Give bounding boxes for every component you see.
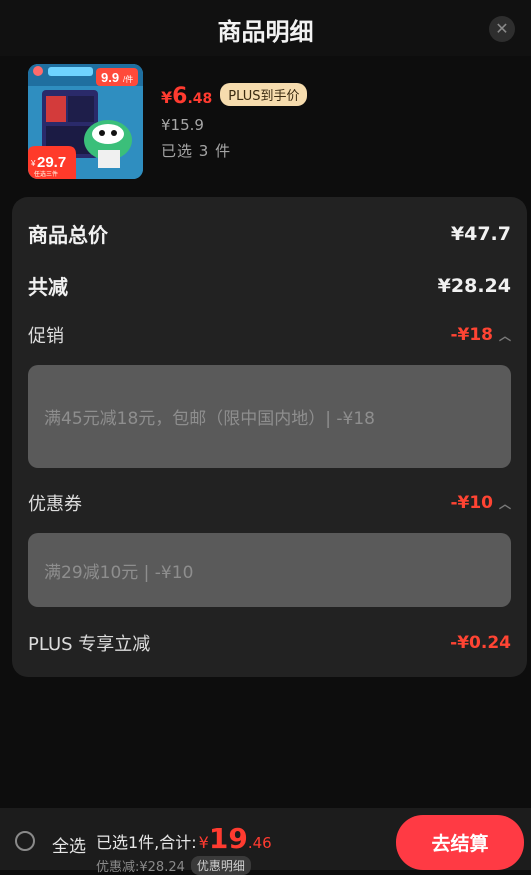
sum-integer: 19 — [208, 822, 248, 855]
discount-line: 优惠减:¥28.24 优惠明细 — [96, 856, 251, 875]
promo-label: 促销 — [28, 326, 64, 347]
promo-value: -¥18 ︿ — [450, 325, 511, 345]
total-reduce-row: 共减 ¥28.24 — [28, 271, 511, 300]
coupon-value: -¥10 ︿ — [450, 493, 511, 513]
thumb-bottom-note: 任选三件 — [34, 170, 58, 178]
discount-detail-button[interactable]: 优惠明细 — [190, 856, 251, 875]
promo-detail-text: 满45元减18元，包邮（限中国内地）| -¥18 — [44, 409, 375, 429]
total-reduce-label: 共减 — [28, 275, 68, 299]
product-price: ¥ 6 .48 PLUS到手价 — [161, 83, 308, 109]
plus-price-tag: PLUS到手价 — [220, 83, 308, 106]
promo-amount: -¥18 — [450, 325, 493, 345]
coupon-label: 优惠券 — [28, 494, 82, 515]
selected-count: 已选 3 件 — [161, 142, 232, 160]
coupon-amount: -¥10 — [450, 493, 493, 513]
total-reduce-value: ¥28.24 — [437, 274, 511, 297]
promo-row[interactable]: 促销 -¥18 ︿ — [28, 322, 511, 348]
thumb-badge-price: 9.9 — [101, 70, 119, 85]
discount-text: 优惠减:¥28.24 — [96, 860, 185, 875]
price-integer: 6 — [172, 84, 188, 109]
close-icon: ✕ — [495, 19, 509, 38]
plus-discount-value: -¥0.24 — [450, 633, 511, 653]
total-price-label: 商品总价 — [28, 223, 108, 247]
select-all-label[interactable]: 全选 — [52, 832, 86, 857]
select-all-radio[interactable] — [15, 831, 35, 851]
total-price-row: 商品总价 ¥47.7 — [28, 219, 511, 248]
price-decimal: .48 — [187, 91, 213, 107]
header: 商品明细 ✕ — [0, 0, 531, 56]
thumb-bottom-currency: ¥ — [30, 159, 36, 168]
sum-line: 已选1件,合计: ¥ 19 .46 — [96, 822, 272, 855]
plus-discount-row: PLUS 专享立减 -¥0.24 — [28, 630, 511, 656]
price-detail-card: 商品总价 ¥47.7 共减 ¥28.24 促销 -¥18 ︿ 满45元减18元，… — [12, 197, 527, 677]
product-row: 9.9 /件 ¥ 29.7 任选三件 ¥ 6 .48 PLUS到手价 ¥15.9… — [28, 64, 508, 184]
chevron-up-icon: ︿ — [498, 496, 511, 511]
sum-label: 已选1件,合计: — [96, 833, 197, 852]
sum-decimal: .46 — [247, 834, 272, 852]
original-price: ¥15.9 — [161, 116, 204, 134]
product-thumbnail[interactable]: 9.9 /件 ¥ 29.7 任选三件 — [28, 64, 143, 179]
total-price-value: ¥47.7 — [450, 222, 511, 245]
checkout-button[interactable]: 去结算 — [396, 815, 524, 870]
sum-currency: ¥ — [198, 833, 209, 852]
coupon-detail-box: 满29减10元 | -¥10 — [28, 533, 511, 607]
product-image: 9.9 /件 ¥ 29.7 任选三件 — [28, 64, 143, 179]
page-title: 商品明细 — [217, 18, 314, 46]
promo-detail-box: 满45元减18元，包邮（限中国内地）| -¥18 — [28, 365, 511, 468]
thumb-badge-unit: /件 — [123, 74, 133, 84]
close-button[interactable]: ✕ — [489, 16, 515, 42]
product-info: ¥ 6 .48 PLUS到手价 ¥15.9 已选 3 件 — [161, 83, 308, 161]
plus-discount-label: PLUS 专享立减 — [28, 634, 151, 655]
coupon-detail-text: 满29减10元 | -¥10 — [44, 562, 194, 583]
thumb-bottom-price: 29.7 — [37, 154, 66, 171]
chevron-up-icon: ︿ — [498, 328, 511, 343]
coupon-row[interactable]: 优惠券 -¥10 ︿ — [28, 490, 511, 516]
price-currency: ¥ — [161, 88, 173, 107]
